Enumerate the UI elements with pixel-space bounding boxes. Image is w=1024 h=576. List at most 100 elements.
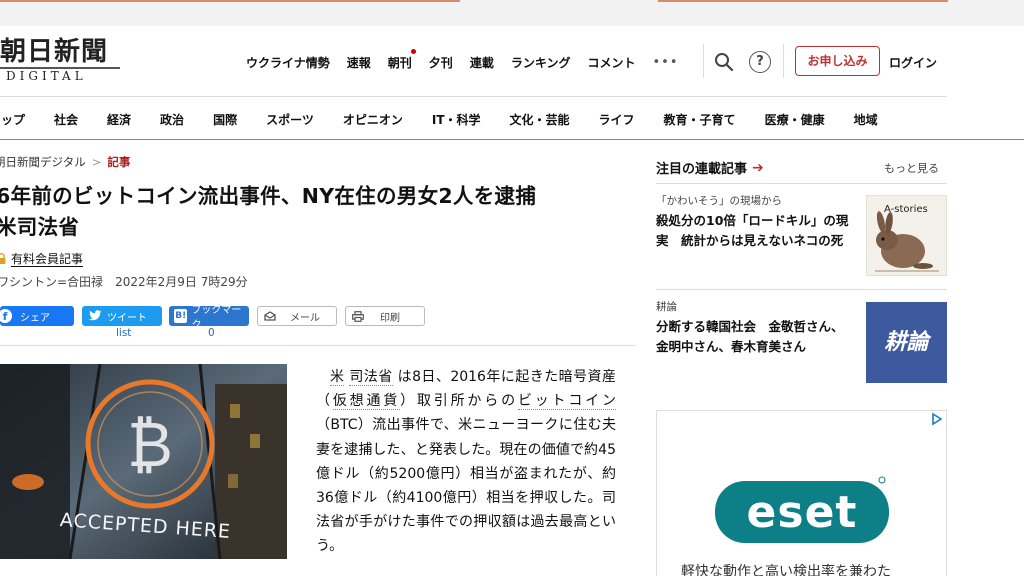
nav-breaking[interactable]: 速報 — [347, 54, 371, 71]
advertisement[interactable]: eset 軽快な動作と高い検出率を兼わた — [656, 410, 947, 576]
category-international[interactable]: 国際 — [213, 111, 237, 128]
lock-icon — [0, 253, 6, 264]
article-body: 米 司法省 は8日、2016年に起きた暗号資産（仮想通貨）取引所からのビットコイ… — [316, 365, 617, 559]
keyword-link[interactable]: 司法省 — [349, 369, 393, 386]
new-indicator-dot — [410, 48, 416, 54]
divider — [656, 183, 947, 184]
mail-share-label: メール — [290, 312, 320, 324]
bitcoin-sign-photo: ₿ ACCEPTED HERE — [0, 364, 287, 559]
series-card-thumbnail[interactable]: 耕論 — [866, 302, 947, 383]
svg-text:₿: ₿ — [127, 408, 173, 481]
divider — [0, 96, 947, 97]
publish-date: 2022年2月9日 — [115, 275, 197, 289]
category-culture[interactable]: 文化・芸能 — [510, 111, 570, 128]
category-top[interactable]: トップ — [0, 111, 25, 128]
twitter-share-button[interactable]: ツイート — [82, 306, 162, 326]
article-photo[interactable]: ₿ ACCEPTED HERE — [0, 364, 287, 559]
rabbit-illustration: A-stories — [875, 204, 939, 272]
facebook-share-label: シェア — [20, 312, 50, 324]
nav-ranking[interactable]: ランキング — [511, 54, 571, 71]
adchoices-icon[interactable] — [930, 412, 944, 426]
category-education[interactable]: 教育・子育て — [664, 111, 736, 128]
divider — [656, 289, 947, 290]
series-card-category: 耕論 — [656, 301, 677, 313]
category-life[interactable]: ライフ — [599, 111, 635, 128]
facebook-icon: f — [0, 309, 12, 323]
divider — [703, 44, 704, 78]
site-logo[interactable]: 朝日新聞 DIGITAL — [0, 37, 120, 83]
divider — [0, 345, 636, 346]
print-icon — [352, 310, 364, 322]
divider — [783, 44, 784, 78]
ad-brand: eset — [747, 487, 858, 538]
keyword-link[interactable]: 仮想通貨 — [332, 393, 401, 411]
twitter-share-label: ツイート — [107, 312, 147, 324]
top-navigation: ウクライナ情勢 速報 朝刊 夕刊 連載 ランキング コメント ••• — [246, 48, 693, 72]
keyword-link[interactable]: 米 — [330, 369, 345, 386]
series-card-category: 「かわいそう」の現場から — [656, 195, 782, 207]
logo-japanese: 朝日新聞 — [0, 37, 109, 67]
ad-strip-accent — [0, 0, 460, 2]
logo-swoosh — [0, 67, 120, 69]
twitter-share-count[interactable]: list — [116, 327, 131, 339]
hatena-bookmark-button[interactable]: B! ブックマーク — [169, 305, 249, 331]
breadcrumb-home[interactable]: 朝日新聞デジタル — [0, 155, 86, 169]
search-icon — [715, 53, 734, 72]
featured-series-heading[interactable]: 注目の連載記事 ➔ — [656, 158, 764, 178]
body-text-segment: （BTC）流出事件で、米ニューヨークに住む夫妻を逮捕した、と発表した。現在の価値… — [316, 417, 616, 555]
featured-series-title: 注目の連載記事 — [656, 162, 748, 177]
breadcrumb-separator: > — [91, 155, 102, 169]
search-button[interactable] — [713, 51, 735, 73]
category-local[interactable]: 地域 — [854, 111, 878, 128]
nav-morning-label: 朝刊 — [387, 55, 412, 70]
series-card-thumbnail[interactable]: A-stories — [866, 195, 947, 276]
nav-comments[interactable]: コメント — [587, 54, 635, 71]
facebook-share-button[interactable]: f シェア — [0, 306, 74, 326]
keyword-link[interactable]: ビットコイン — [517, 393, 617, 411]
series-card-title[interactable]: 分断する韓国社会 金敬哲さん、金明中さん、春木育美さん — [656, 317, 854, 357]
twitter-icon — [88, 310, 102, 321]
thumbnail-label: 耕論 — [884, 329, 929, 355]
category-it-science[interactable]: IT・科学 — [432, 111, 481, 128]
print-label: 印刷 — [380, 312, 400, 324]
member-badge[interactable]: 有料会員記事 — [0, 250, 83, 267]
article-dateline: ワシントン=合田禄 2022年2月9日 7時29分 — [0, 273, 248, 290]
publish-time: 7時29分 — [200, 275, 248, 289]
print-button[interactable]: 印刷 — [345, 306, 425, 326]
headline-line-2: 米司法省 — [0, 215, 80, 239]
nav-series[interactable]: 連載 — [470, 54, 494, 71]
series-card-title[interactable]: 殺処分の10倍「ロードキル」の現実 統計からは見えないネコの死 — [656, 211, 854, 251]
subscribe-button[interactable]: お申し込み — [795, 46, 880, 76]
category-sports[interactable]: スポーツ — [266, 111, 314, 128]
mail-icon — [264, 311, 276, 321]
ad-tagline: 軽快な動作と高い検出率を兼わた — [681, 564, 891, 576]
nav-morning-edition[interactable]: 朝刊 — [387, 48, 416, 71]
ad-strip-accent — [658, 0, 948, 2]
mail-share-button[interactable]: メール — [257, 306, 337, 326]
eset-logo: eset — [715, 476, 889, 543]
arrow-right-icon: ➔ — [752, 159, 764, 176]
logo-english: DIGITAL — [6, 69, 87, 83]
see-more-link[interactable]: もっと見る — [884, 160, 939, 176]
top-ad-strip — [0, 0, 1024, 26]
breadcrumb: 朝日新聞デジタル > 記事 — [0, 154, 130, 170]
category-society[interactable]: 社会 — [54, 111, 78, 128]
nav-ukraine[interactable]: ウクライナ情勢 — [246, 54, 330, 71]
category-opinion[interactable]: オピニオン — [343, 111, 403, 128]
help-icon[interactable]: ? — [749, 51, 771, 73]
body-text-segment: ）取引所からの — [400, 393, 518, 410]
category-health[interactable]: 医療・健康 — [765, 111, 825, 128]
hatena-share-count[interactable]: 0 — [208, 327, 215, 339]
nav-evening-edition[interactable]: 夕刊 — [429, 54, 453, 71]
login-link[interactable]: ログイン — [889, 54, 937, 71]
headline-line-1: 6年前のビットコイン流出事件、NY在住の男女2人を逮捕 — [0, 184, 537, 208]
category-politics[interactable]: 政治 — [160, 111, 184, 128]
member-label: 有料会員記事 — [11, 252, 84, 266]
breadcrumb-current[interactable]: 記事 — [107, 155, 130, 169]
article-headline: 6年前のビットコイン流出事件、NY在住の男女2人を逮捕 米司法省 — [0, 181, 640, 243]
category-navigation: トップ 社会 経済 政治 国際 スポーツ オピニオン IT・科学 文化・芸能 ラ… — [0, 110, 907, 128]
more-menu-button[interactable]: ••• — [652, 55, 678, 70]
divider — [0, 139, 1024, 140]
byline: ワシントン=合田禄 — [0, 275, 104, 289]
category-economy[interactable]: 経済 — [107, 111, 131, 128]
